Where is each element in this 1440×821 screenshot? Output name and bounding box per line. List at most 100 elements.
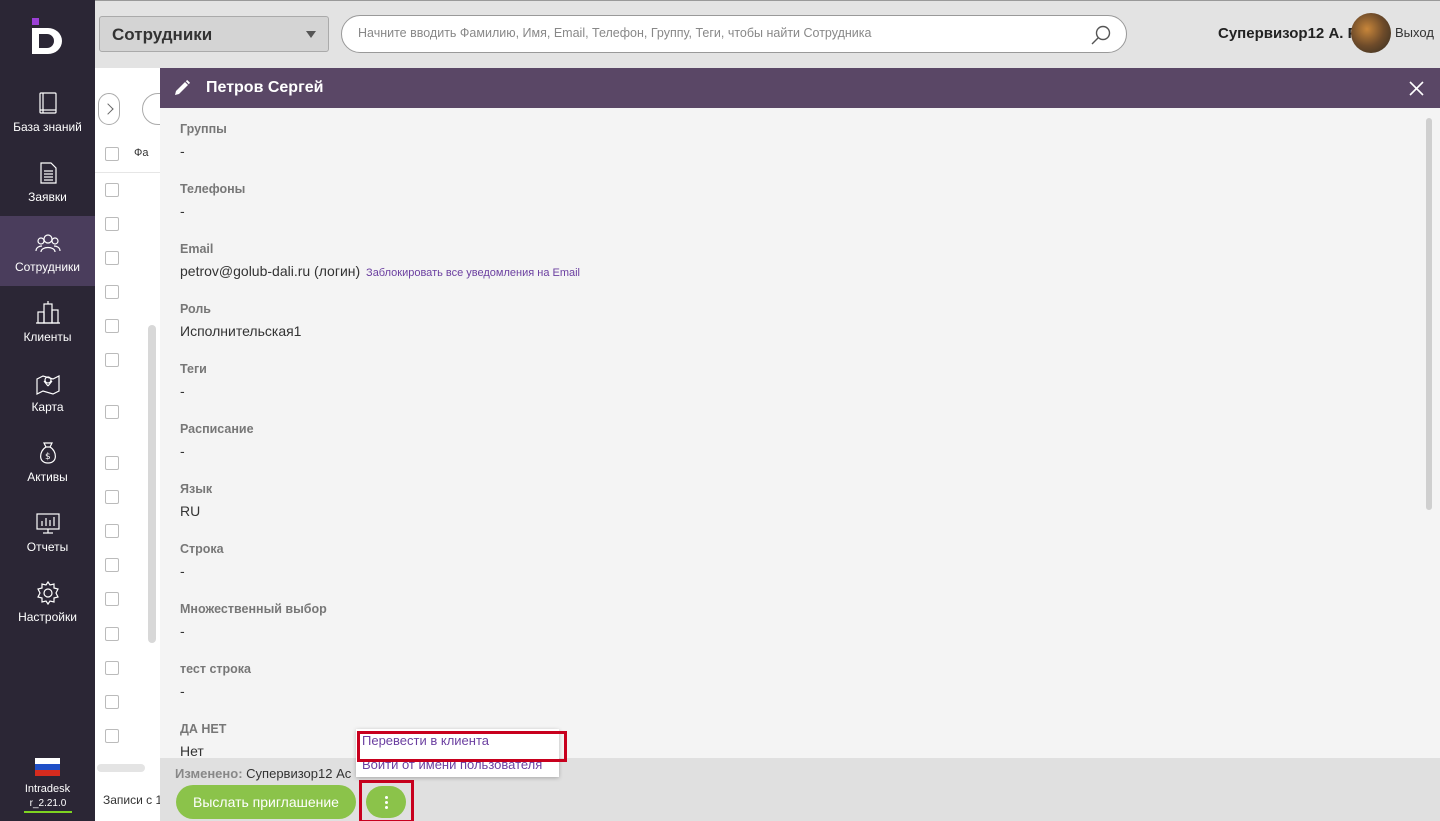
sidebar-item-label: База знаний — [13, 120, 82, 134]
current-user-name[interactable]: Супервизор12 А. Р. — [1218, 25, 1360, 42]
close-icon[interactable] — [1409, 81, 1424, 96]
field-label: Язык — [180, 482, 213, 496]
sidebar-item-label: Заявки — [28, 190, 67, 204]
field-role: Роль Исполнительская1 — [180, 302, 301, 339]
section-select[interactable]: Сотрудники — [99, 16, 329, 52]
select-all-checkbox[interactable] — [105, 147, 119, 161]
field-email: Email petrov@golub-dali.ru (логин) Забло… — [180, 242, 580, 279]
field-tags: Теги - — [180, 362, 207, 399]
panel-header: Петров Сергей — [160, 68, 1440, 108]
row-checkbox[interactable] — [105, 729, 119, 743]
buildings-icon — [35, 301, 60, 324]
sidebar-item-knowledge-base[interactable]: База знаний — [0, 76, 95, 146]
field-phones: Телефоны - — [180, 182, 245, 219]
sidebar-item-label: Отчеты — [26, 540, 69, 554]
field-value: petrov@golub-dali.ru (логин) Заблокирова… — [180, 263, 580, 279]
changed-value: Супервизор12 Ас — [246, 766, 352, 781]
sidebar-item-label: Клиенты — [23, 330, 72, 344]
panel-scrollbar[interactable] — [1426, 118, 1432, 510]
field-test-string: тест строка - — [180, 662, 251, 699]
field-value: Исполнительская1 — [180, 323, 302, 339]
logout-link[interactable]: Выход — [1395, 25, 1434, 40]
row-checkbox[interactable] — [105, 558, 119, 572]
map-icon — [35, 375, 60, 395]
money-bag-icon: $ — [39, 442, 56, 464]
ru-flag-icon[interactable] — [35, 758, 60, 776]
sidebar-item-map[interactable]: Карта — [0, 356, 95, 426]
document-icon — [39, 162, 57, 184]
row-checkbox[interactable] — [105, 592, 119, 606]
sidebar-item-label: Активы — [27, 470, 68, 484]
gear-icon — [36, 580, 59, 606]
email-value: petrov@golub-dali.ru (логин) — [180, 263, 361, 279]
sidebar-item-employees[interactable]: Сотрудники — [0, 216, 95, 286]
field-label: ДА НЕТ — [180, 722, 227, 736]
sidebar-item-settings[interactable]: Настройки — [0, 566, 95, 636]
column-header[interactable]: Фа — [134, 147, 148, 159]
field-value: - — [180, 623, 185, 639]
brand-name: Intradesk — [24, 783, 71, 795]
row-checkbox[interactable] — [105, 405, 119, 419]
top-bar: Сотрудники Супервизор12 А. Р. Выход — [95, 0, 1440, 68]
field-value: - — [180, 683, 185, 699]
field-yes-no: ДА НЕТ Нет — [180, 722, 226, 759]
highlight-frame — [357, 731, 567, 762]
records-counter: Записи с 1 — [95, 785, 160, 821]
field-value: - — [180, 563, 185, 579]
field-value: - — [180, 143, 185, 159]
row-checkbox[interactable] — [105, 456, 119, 470]
caret-down-icon — [306, 31, 316, 38]
row-checkbox[interactable] — [105, 695, 119, 709]
field-label: Группы — [180, 122, 227, 136]
pencil-icon[interactable] — [174, 80, 190, 96]
panel-title: Петров Сергей — [206, 79, 324, 96]
version-label: r_2.21.0 — [24, 798, 72, 813]
highlight-frame — [359, 780, 414, 821]
row-checkbox[interactable] — [105, 524, 119, 538]
expand-list-button[interactable] — [98, 93, 120, 125]
search-input[interactable] — [358, 26, 1078, 40]
field-language: Язык RU — [180, 482, 212, 519]
avatar[interactable] — [1351, 13, 1391, 53]
row-checkbox[interactable] — [105, 490, 119, 504]
sidebar-item-assets[interactable]: $ Активы — [0, 426, 95, 496]
row-checkbox[interactable] — [105, 661, 119, 675]
field-value: - — [180, 383, 185, 399]
people-icon — [34, 234, 61, 253]
sidebar-item-requests[interactable]: Заявки — [0, 146, 95, 216]
field-value: RU — [180, 503, 201, 519]
send-invitation-button[interactable]: Выслать приглашение — [176, 785, 356, 819]
list-horizontal-scrollbar[interactable] — [97, 764, 145, 772]
field-multiple-choice: Множественный выбор - — [180, 602, 327, 639]
row-checkbox[interactable] — [105, 285, 119, 299]
row-checkbox[interactable] — [105, 319, 119, 333]
field-label: Множественный выбор — [180, 602, 327, 616]
sidebar: База знаний Заявки Сотрудники Клиенты Ка… — [0, 0, 95, 821]
block-email-notifications-link[interactable]: Заблокировать все уведомления на Email — [366, 267, 580, 279]
field-value: - — [180, 443, 185, 459]
changed-by: Изменено: Супервизор12 Ас — [175, 766, 360, 781]
row-checkbox[interactable] — [105, 251, 119, 265]
row-checkbox[interactable] — [105, 217, 119, 231]
row-checkbox[interactable] — [105, 627, 119, 641]
sidebar-item-label: Сотрудники — [15, 260, 80, 274]
field-label: тест строка — [180, 662, 252, 676]
row-checkbox[interactable] — [105, 353, 119, 367]
row-checkbox[interactable] — [105, 183, 119, 197]
field-value: - — [180, 203, 185, 219]
field-value: Нет — [180, 743, 204, 759]
field-schedule: Расписание - — [180, 422, 254, 459]
sidebar-item-label: Карта — [31, 400, 64, 414]
field-label: Телефоны — [180, 182, 246, 196]
list-scrollbar[interactable] — [148, 325, 156, 643]
field-label: Роль — [180, 302, 211, 316]
intradesk-logo[interactable] — [28, 16, 68, 56]
search-box — [341, 15, 1127, 53]
panel-footer: Изменено: Супервизор12 Ас Выслать пригла… — [160, 758, 1440, 821]
changed-label: Изменено: — [175, 766, 243, 781]
chart-icon — [35, 513, 60, 534]
sidebar-item-clients[interactable]: Клиенты — [0, 286, 95, 356]
sidebar-item-reports[interactable]: Отчеты — [0, 496, 95, 566]
search-icon[interactable] — [1090, 24, 1112, 46]
field-label: Теги — [180, 362, 207, 376]
